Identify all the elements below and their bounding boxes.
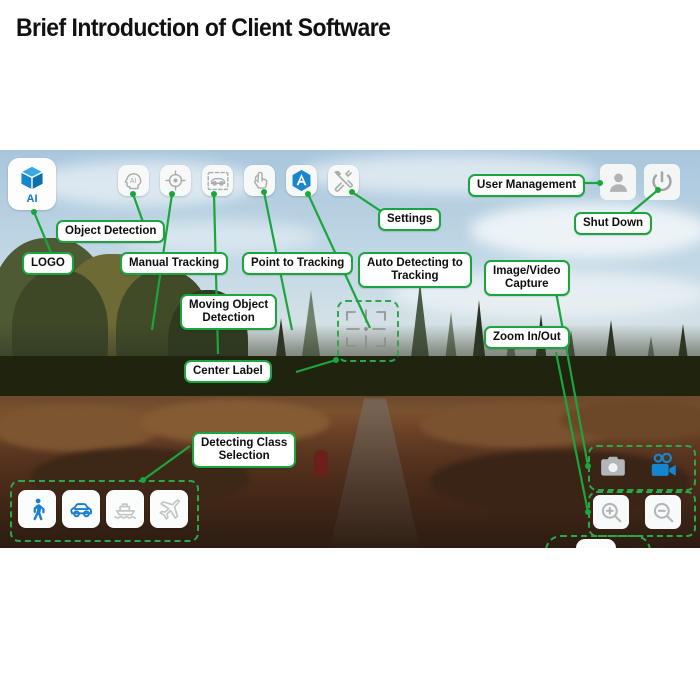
class-button-aircraft[interactable] <box>150 490 188 528</box>
class-button-boat[interactable] <box>106 490 144 528</box>
pedestrian-icon <box>25 497 50 522</box>
ptz-up-button[interactable] <box>576 539 616 548</box>
toolbar-button-manual-tracking[interactable] <box>160 165 191 196</box>
class-button-vehicle[interactable] <box>62 490 100 528</box>
crosshair-target-icon <box>164 169 187 192</box>
svg-text:AI: AI <box>130 178 137 185</box>
airplane-icon <box>156 496 183 523</box>
callout-logo: LOGO <box>22 252 74 275</box>
tools-cross-icon <box>332 169 355 192</box>
cube-3d-icon <box>17 163 47 193</box>
callout-center-label: Center Label <box>184 360 272 383</box>
video-camera-icon <box>649 453 679 479</box>
callout-settings: Settings <box>378 208 442 231</box>
user-management-button[interactable] <box>600 164 636 200</box>
toolbar-button-object-detection[interactable]: AI <box>118 165 149 196</box>
snapshot-button[interactable] <box>595 451 631 481</box>
dashed-vehicle-icon <box>206 169 230 193</box>
zoom-in-button[interactable] <box>593 495 629 529</box>
callout-user-management: User Management <box>468 174 586 197</box>
hexagon-a-icon <box>289 168 314 193</box>
magnifier-plus-icon <box>599 500 624 525</box>
toolbar-button-point-to-tracking[interactable] <box>244 165 275 196</box>
zoom-out-button[interactable] <box>645 495 681 529</box>
hand-tap-icon <box>248 169 271 192</box>
class-button-person[interactable] <box>18 490 56 528</box>
toolbar-button-settings[interactable] <box>328 165 359 196</box>
boat-icon <box>112 496 139 523</box>
head-ai-icon: AI <box>122 169 145 192</box>
callout-object-detection: Object Detection <box>56 220 166 243</box>
record-button[interactable] <box>646 451 682 481</box>
video-preview-panel[interactable]: AI AI LOGO Object Detection Manual Track… <box>0 150 700 548</box>
toolbar-button-auto-detecting-to-tracking[interactable] <box>286 165 317 196</box>
page-title: Brief Introduction of Client Software <box>16 14 391 42</box>
callout-manual-tracking: Manual Tracking <box>120 252 229 275</box>
shut-down-button[interactable] <box>644 164 680 200</box>
scene-treeline-near <box>0 356 700 398</box>
callout-zoom-in-out: Zoom In/Out <box>484 326 570 349</box>
car-icon <box>68 496 95 523</box>
callout-auto-detecting-to-tracking: Auto Detecting to Tracking <box>358 252 472 288</box>
camera-icon <box>599 454 627 479</box>
power-icon <box>649 169 675 195</box>
callout-detecting-class-selection: Detecting Class Selection <box>192 432 297 468</box>
logo-button[interactable]: AI <box>8 158 56 210</box>
reticle-crosshair-icon <box>337 300 395 358</box>
callout-image-video-capture: Image/Video Capture <box>484 260 570 296</box>
callout-moving-object-detection: Moving Object Detection <box>180 294 278 330</box>
scene-person <box>314 450 328 476</box>
callout-shut-down: Shut Down <box>574 212 653 235</box>
toolbar-button-moving-object-detection[interactable] <box>202 165 233 196</box>
callout-point-to-tracking: Point to Tracking <box>242 252 354 275</box>
logo-label: AI <box>26 193 38 205</box>
magnifier-minus-icon <box>651 500 676 525</box>
user-avatar-icon <box>606 170 631 195</box>
chevron-up-icon <box>583 546 609 548</box>
